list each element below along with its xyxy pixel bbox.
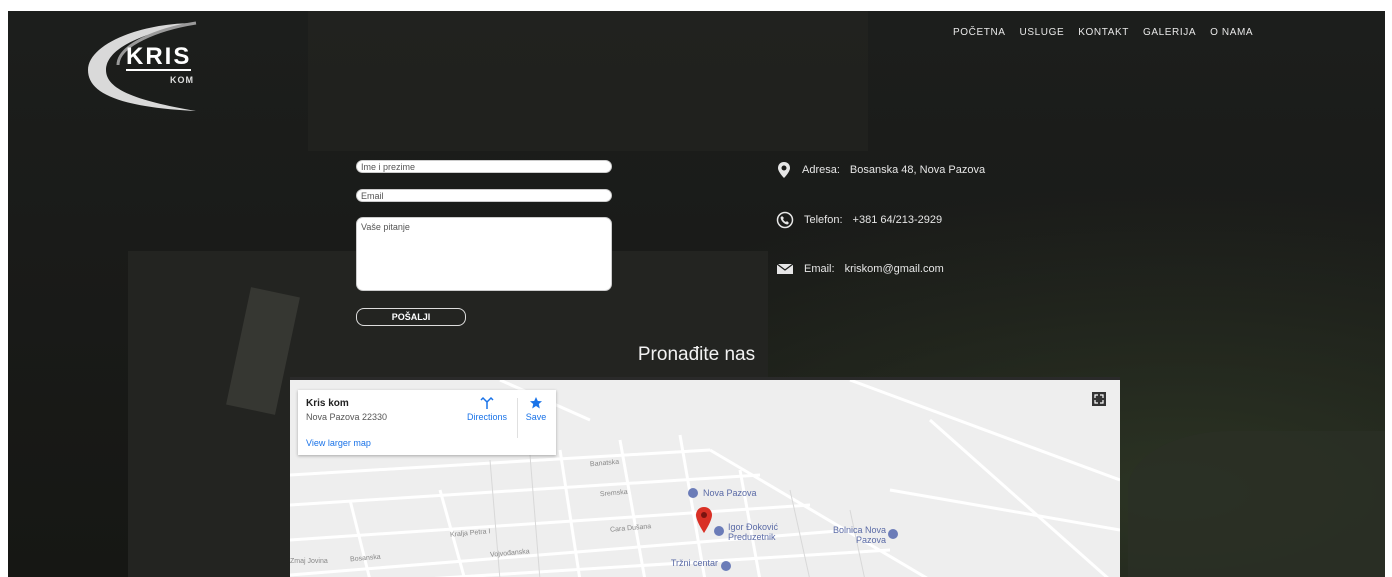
save-button[interactable]: Save bbox=[518, 396, 554, 422]
page-background: KRIS KOM POČETNA USLUGE KONTAKT GALERIJA… bbox=[8, 11, 1385, 577]
view-larger-map-link[interactable]: View larger map bbox=[306, 438, 371, 448]
address-value: Bosanska 48, Nova Pazova bbox=[849, 164, 986, 176]
email-row: Email: kriskom@gmail.com bbox=[776, 262, 944, 276]
phone-label: Telefon: bbox=[804, 214, 843, 226]
map-place-card: Kris kom Nova Pazova 22330 View larger m… bbox=[298, 390, 556, 455]
fullscreen-button[interactable] bbox=[1092, 392, 1106, 406]
fullscreen-icon bbox=[1094, 394, 1104, 404]
poi-marker-icon[interactable] bbox=[720, 560, 732, 572]
email-label: Email: bbox=[804, 263, 835, 275]
phone-row: Telefon: +381 64/213-2929 bbox=[776, 211, 942, 229]
name-input[interactable] bbox=[356, 160, 612, 173]
email-value[interactable]: kriskom@gmail.com bbox=[845, 263, 944, 275]
save-label: Save bbox=[525, 412, 547, 422]
poi-marker-icon[interactable] bbox=[887, 528, 899, 540]
nav-item-services[interactable]: USLUGE bbox=[1020, 27, 1065, 38]
email-input[interactable] bbox=[356, 189, 612, 202]
poi-marker-icon[interactable] bbox=[687, 487, 699, 499]
phone-icon bbox=[776, 211, 794, 229]
poi-marker-icon[interactable] bbox=[713, 525, 725, 537]
poi-label[interactable]: Tržni centar bbox=[662, 558, 718, 568]
nav-item-gallery[interactable]: GALERIJA bbox=[1143, 27, 1196, 38]
location-pin-icon bbox=[778, 162, 790, 178]
map-section-title: Pronađite nas bbox=[637, 344, 756, 365]
directions-button[interactable]: Directions bbox=[462, 396, 512, 422]
logo-main-text: KRIS bbox=[126, 43, 192, 71]
place-name: Kris kom bbox=[306, 398, 349, 409]
embedded-map[interactable]: Banatska Sremska Kralja Petra I Cara Duš… bbox=[290, 377, 1120, 577]
nav-item-home[interactable]: POČETNA bbox=[953, 27, 1006, 38]
phone-value[interactable]: +381 64/213-2929 bbox=[853, 214, 943, 226]
poi-label[interactable]: Bolnica Nova Pazova bbox=[822, 525, 886, 545]
address-label: Adresa: bbox=[802, 164, 840, 176]
street-label: Zmaj Jovina bbox=[290, 558, 328, 565]
logo-sub-text: KOM bbox=[170, 75, 194, 85]
envelope-icon bbox=[776, 263, 794, 274]
background-photo-shape bbox=[308, 11, 868, 151]
poi-label[interactable]: Igor Đoković Preduzetnik bbox=[728, 522, 808, 542]
directions-icon bbox=[480, 396, 494, 409]
background-photo-shape bbox=[1128, 431, 1385, 577]
submit-button[interactable]: POŠALJI bbox=[356, 308, 466, 326]
directions-label: Directions bbox=[466, 412, 507, 422]
nav-item-contact[interactable]: KONTAKT bbox=[1078, 27, 1129, 38]
location-marker-icon[interactable] bbox=[694, 506, 714, 534]
place-address: Nova Pazova 22330 bbox=[306, 412, 388, 422]
main-nav: POČETNA USLUGE KONTAKT GALERIJA O NAMA bbox=[953, 27, 1253, 38]
nav-item-about[interactable]: O NAMA bbox=[1210, 27, 1253, 38]
kriskom-logo[interactable]: KRIS KOM bbox=[78, 15, 208, 111]
address-row: Adresa: Bosanska 48, Nova Pazova bbox=[776, 161, 985, 179]
message-textarea[interactable] bbox=[356, 217, 612, 291]
poi-label[interactable]: Nova Pazova bbox=[703, 488, 757, 498]
star-icon bbox=[530, 397, 542, 409]
